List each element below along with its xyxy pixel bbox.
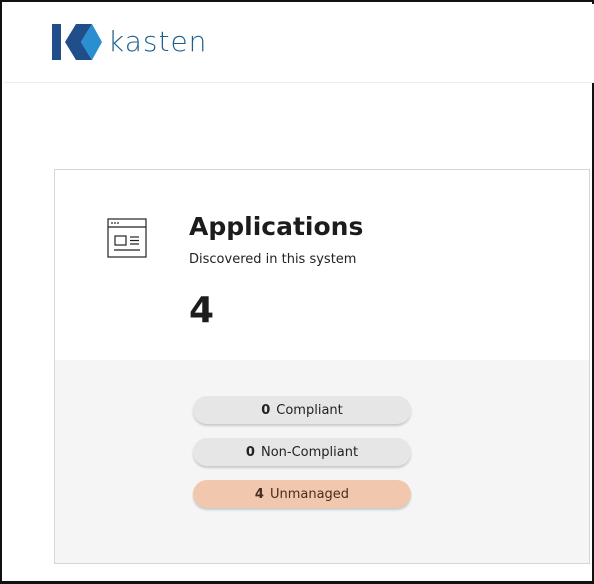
- application-window-icon: [107, 218, 147, 258]
- unmanaged-filter-button[interactable]: 4 Unmanaged: [193, 480, 411, 508]
- unmanaged-label: Unmanaged: [269, 486, 350, 502]
- window-frame: kasten Applications Discovered in this s…: [0, 0, 594, 584]
- applications-count: 4: [189, 290, 215, 331]
- non-compliant-filter-button[interactable]: 0 Non-Compliant: [193, 438, 411, 466]
- non-compliant-count: 0: [245, 444, 255, 460]
- applications-card[interactable]: Applications Discovered in this system 4…: [54, 169, 590, 564]
- unmanaged-count: 4: [254, 486, 264, 502]
- compliant-filter-button[interactable]: 0 Compliant: [193, 396, 411, 424]
- kasten-logo-icon: [52, 24, 102, 60]
- card-subtitle: Discovered in this system: [189, 252, 357, 267]
- brand-name: kasten: [108, 25, 208, 58]
- compliant-label: Compliant: [276, 402, 343, 418]
- card-title: Applications: [189, 212, 364, 241]
- non-compliant-label: Non-Compliant: [260, 444, 359, 460]
- top-bar: kasten: [4, 4, 594, 83]
- kasten-logo[interactable]: kasten: [52, 24, 207, 60]
- compliant-count: 0: [261, 402, 271, 418]
